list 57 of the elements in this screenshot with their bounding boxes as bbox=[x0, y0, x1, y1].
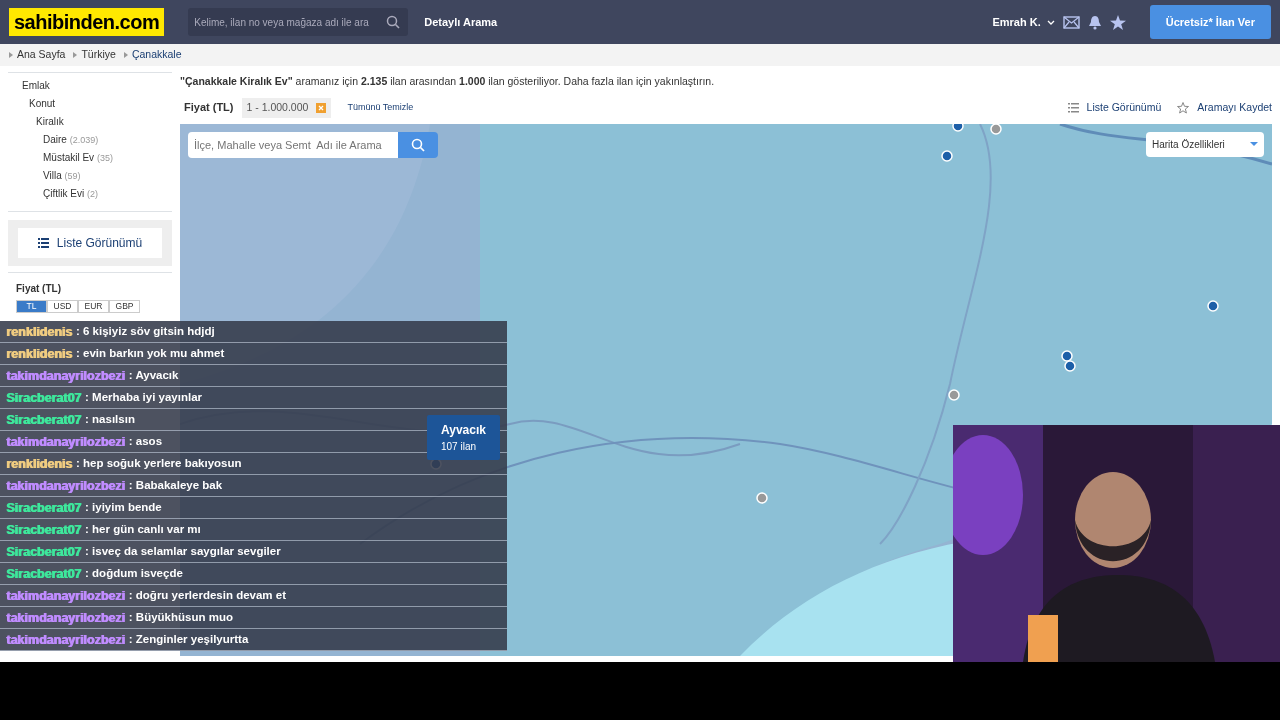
mail-icon[interactable] bbox=[1062, 15, 1080, 29]
currency-tab[interactable]: USD bbox=[47, 300, 78, 313]
chat-username: Siracberat07 bbox=[6, 565, 82, 582]
bell-icon[interactable] bbox=[1087, 14, 1102, 30]
save-search-link[interactable]: Aramayı Kaydet bbox=[1177, 99, 1272, 116]
search-icon[interactable] bbox=[386, 15, 401, 29]
chat-message: : doğdum isveçde bbox=[85, 565, 183, 581]
star-icon[interactable] bbox=[1109, 14, 1126, 30]
search-field[interactable]: Kelime, ilan no veya mağaza adı ile ara bbox=[188, 8, 409, 36]
site-logo[interactable]: sahibinden.com bbox=[9, 8, 165, 36]
chat-username: renklidenis bbox=[6, 345, 72, 362]
chat-username: Siracberat07 bbox=[6, 543, 82, 560]
filter-label: Fiyat (TL) bbox=[184, 100, 234, 116]
star-icon bbox=[1177, 101, 1190, 114]
list-icon bbox=[37, 238, 49, 248]
currency-tab[interactable]: EUR bbox=[78, 300, 109, 313]
user-menu[interactable]: Emrah K. bbox=[992, 13, 1055, 31]
clear-all-link[interactable]: Tümünü Temizle bbox=[347, 100, 414, 115]
filter-title: Fiyat (TL) bbox=[8, 272, 172, 296]
advanced-search-link[interactable]: Detaylı Arama bbox=[424, 13, 498, 31]
category-link[interactable]: Kiralık bbox=[36, 116, 64, 127]
breadcrumb-link[interactable]: Türkiye bbox=[81, 47, 116, 63]
chat-username: Siracberat07 bbox=[6, 411, 82, 428]
chat-message: : 6 kişiyiz söv gitsin hdjdj bbox=[76, 323, 215, 339]
chat-username: Siracberat07 bbox=[6, 521, 82, 538]
chat-username: renklidenis bbox=[6, 323, 72, 340]
chat-username: takimdanayrilozbezi bbox=[6, 367, 125, 384]
results-summary: "Çanakkale Kiralık Ev" aramanız için 2.135 ilan arasından 1.000 ilan gösteriliyor. Daha fazla ilan için yakınlaştırın. bbox=[180, 74, 716, 89]
chat-message: : Merhaba iyi yayınlar bbox=[85, 389, 203, 405]
chat-username: renklidenis bbox=[6, 455, 72, 472]
category-link[interactable]: Villa (59) bbox=[43, 170, 81, 181]
chat-username: takimdanayrilozbezi bbox=[6, 609, 125, 626]
category-link[interactable]: Daire (2.039) bbox=[43, 134, 99, 145]
breadcrumb-link[interactable]: Ana Sayfa bbox=[17, 47, 66, 63]
currency-tab[interactable]: GBP bbox=[109, 300, 140, 313]
category-link[interactable]: Konut bbox=[29, 98, 56, 109]
chat-message: : nasılsın bbox=[85, 411, 135, 427]
chat-message: : asos bbox=[128, 433, 163, 449]
price-filter-chip[interactable]: 1 - 1.000.000 bbox=[241, 97, 332, 118]
category-link[interactable]: Müstakil Ev (35) bbox=[43, 152, 113, 163]
list-icon bbox=[1067, 102, 1079, 114]
currency-tab[interactable]: TL bbox=[16, 300, 47, 313]
category-link[interactable]: Çiftlik Evi (2) bbox=[43, 188, 98, 199]
chat-username: takimdanayrilozbezi bbox=[6, 631, 125, 648]
chat-username: Siracberat07 bbox=[6, 389, 82, 406]
chat-username: takimdanayrilozbezi bbox=[6, 433, 125, 450]
list-view-button[interactable]: Liste Görünümü bbox=[18, 228, 162, 258]
caret-icon bbox=[1046, 19, 1055, 27]
chat-username: takimdanayrilozbezi bbox=[6, 477, 125, 494]
chat-message: : Ayvacık bbox=[128, 367, 179, 383]
breadcrumb-link[interactable]: Çanakkale bbox=[131, 47, 182, 63]
list-view-link[interactable]: Liste Görünümü bbox=[1067, 99, 1162, 116]
category-link[interactable]: Emlak bbox=[22, 80, 50, 91]
chat-username: takimdanayrilozbezi bbox=[6, 587, 125, 604]
chat-message: : iyiyim bende bbox=[85, 499, 162, 515]
chat-username: Siracberat07 bbox=[6, 499, 82, 516]
chat-message: : her gün canlı var mı bbox=[85, 521, 201, 537]
